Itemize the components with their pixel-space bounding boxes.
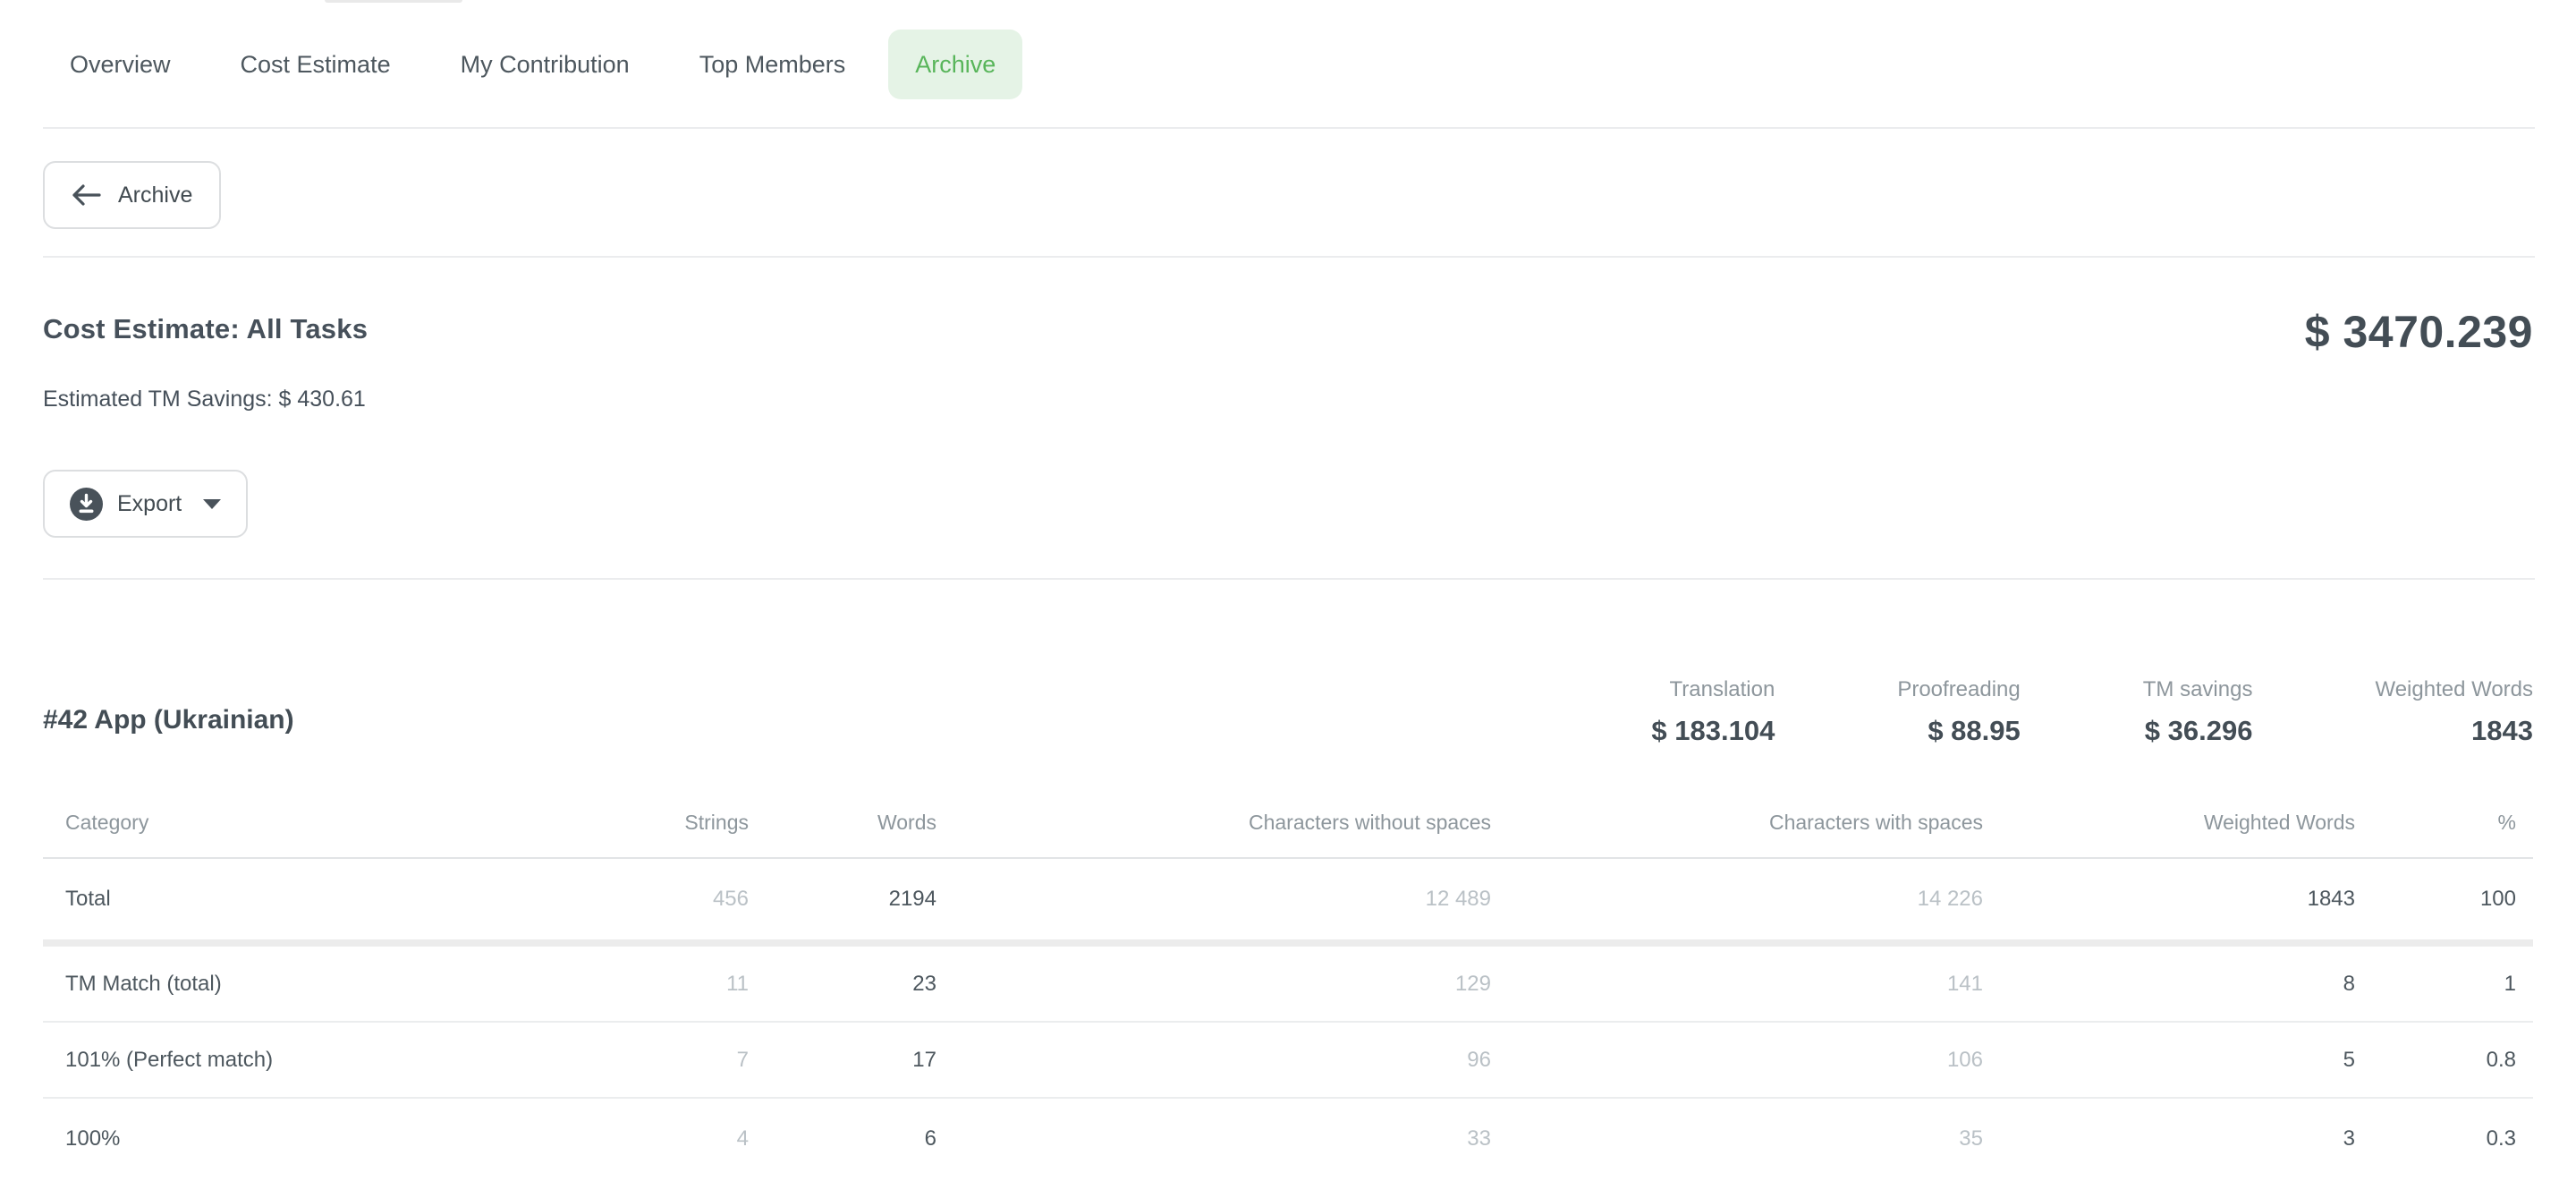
stat-value: 1843 [2375, 715, 2533, 747]
table-header-row: Category Strings Words Characters withou… [43, 787, 2533, 859]
cell-words: 2194 [749, 887, 936, 912]
col-header-percent: % [2355, 811, 2533, 835]
stat-weighted-words: Weighted Words 1843 [2375, 677, 2533, 747]
tab-archive[interactable]: Archive [888, 30, 1022, 99]
stat-label: Proofreading [1897, 677, 2020, 702]
stat-label: Translation [1651, 677, 1775, 702]
cell-strings: 7 [490, 1048, 749, 1073]
cell-category: 101% (Perfect match) [43, 1048, 490, 1073]
cell-strings: 11 [490, 972, 749, 997]
col-header-chars-without-spaces: Characters without spaces [936, 811, 1491, 835]
cell-weighted-words: 3 [1983, 1126, 2355, 1151]
back-to-archive-button[interactable]: Archive [43, 161, 221, 229]
task-stats: Translation $ 183.104 Proofreading $ 88.… [1651, 677, 2533, 747]
cell-chars-with-spaces: 14 226 [1491, 887, 1983, 912]
col-header-weighted-words: Weighted Words [1983, 811, 2355, 835]
cell-percent: 1 [2355, 972, 2533, 997]
col-header-category: Category [43, 811, 490, 835]
divider-under-export [43, 578, 2535, 580]
table-row-100: 100% 4 6 33 35 3 0.3 [43, 1099, 2533, 1179]
stat-tm-savings: TM savings $ 36.296 [2143, 677, 2253, 747]
total-cost-value: $ 3470.239 [2305, 306, 2533, 358]
tab-cost-estimate[interactable]: Cost Estimate [214, 30, 418, 99]
tm-savings-line: Estimated TM Savings: $ 430.61 [43, 387, 366, 412]
stat-label: TM savings [2143, 677, 2253, 702]
cell-weighted-words: 8 [1983, 972, 2355, 997]
cell-words: 23 [749, 972, 936, 997]
cell-percent: 0.8 [2355, 1048, 2533, 1073]
col-header-strings: Strings [490, 811, 749, 835]
cell-chars-with-spaces: 106 [1491, 1048, 1983, 1073]
thick-row-divider [43, 939, 2533, 947]
col-header-words: Words [749, 811, 936, 835]
tab-bar: Overview Cost Estimate My Contribution T… [43, 30, 1022, 99]
cell-percent: 0.3 [2355, 1126, 2533, 1151]
task-section-title: #42 App (Ukrainian) [43, 705, 294, 735]
cost-estimate-table: Category Strings Words Characters withou… [43, 787, 2533, 1179]
cell-chars-without-spaces: 129 [936, 972, 1491, 997]
col-header-chars-with-spaces: Characters with spaces [1491, 811, 1983, 835]
cell-chars-without-spaces: 12 489 [936, 887, 1491, 912]
cell-chars-with-spaces: 141 [1491, 972, 1983, 997]
tab-overview[interactable]: Overview [43, 30, 198, 99]
chevron-down-icon [203, 499, 221, 509]
back-button-label: Archive [118, 183, 192, 208]
divider-under-toolbar [43, 256, 2535, 258]
cutoff-element-fragment [325, 0, 462, 3]
stat-value: $ 183.104 [1651, 715, 1775, 747]
tab-my-contribution[interactable]: My Contribution [434, 30, 657, 99]
export-button-label: Export [117, 491, 182, 517]
arrow-left-icon [72, 183, 102, 207]
divider-under-tabs [43, 127, 2535, 129]
stat-value: $ 36.296 [2143, 715, 2253, 747]
cell-chars-with-spaces: 35 [1491, 1126, 1983, 1151]
stat-label: Weighted Words [2375, 677, 2533, 702]
cell-percent: 100 [2355, 887, 2533, 912]
stat-value: $ 88.95 [1897, 715, 2020, 747]
download-icon [70, 488, 103, 521]
stat-proofreading: Proofreading $ 88.95 [1897, 677, 2020, 747]
cell-words: 6 [749, 1126, 936, 1151]
cell-chars-without-spaces: 96 [936, 1048, 1491, 1073]
tab-top-members[interactable]: Top Members [673, 30, 873, 99]
table-row-101-perfect-match: 101% (Perfect match) 7 17 96 106 5 0.8 [43, 1023, 2533, 1099]
cell-category: TM Match (total) [43, 972, 490, 997]
table-row-tm-match: TM Match (total) 11 23 129 141 8 1 [43, 947, 2533, 1023]
cell-strings: 4 [490, 1126, 749, 1151]
export-button[interactable]: Export [43, 470, 248, 538]
cell-weighted-words: 5 [1983, 1048, 2355, 1073]
cell-category: 100% [43, 1126, 490, 1151]
cell-strings: 456 [490, 887, 749, 912]
cell-category: Total [43, 887, 490, 912]
cell-weighted-words: 1843 [1983, 887, 2355, 912]
stat-translation: Translation $ 183.104 [1651, 677, 1775, 747]
page-title: Cost Estimate: All Tasks [43, 313, 368, 345]
table-row-total: Total 456 2194 12 489 14 226 1843 100 [43, 859, 2533, 939]
cell-words: 17 [749, 1048, 936, 1073]
cell-chars-without-spaces: 33 [936, 1126, 1491, 1151]
